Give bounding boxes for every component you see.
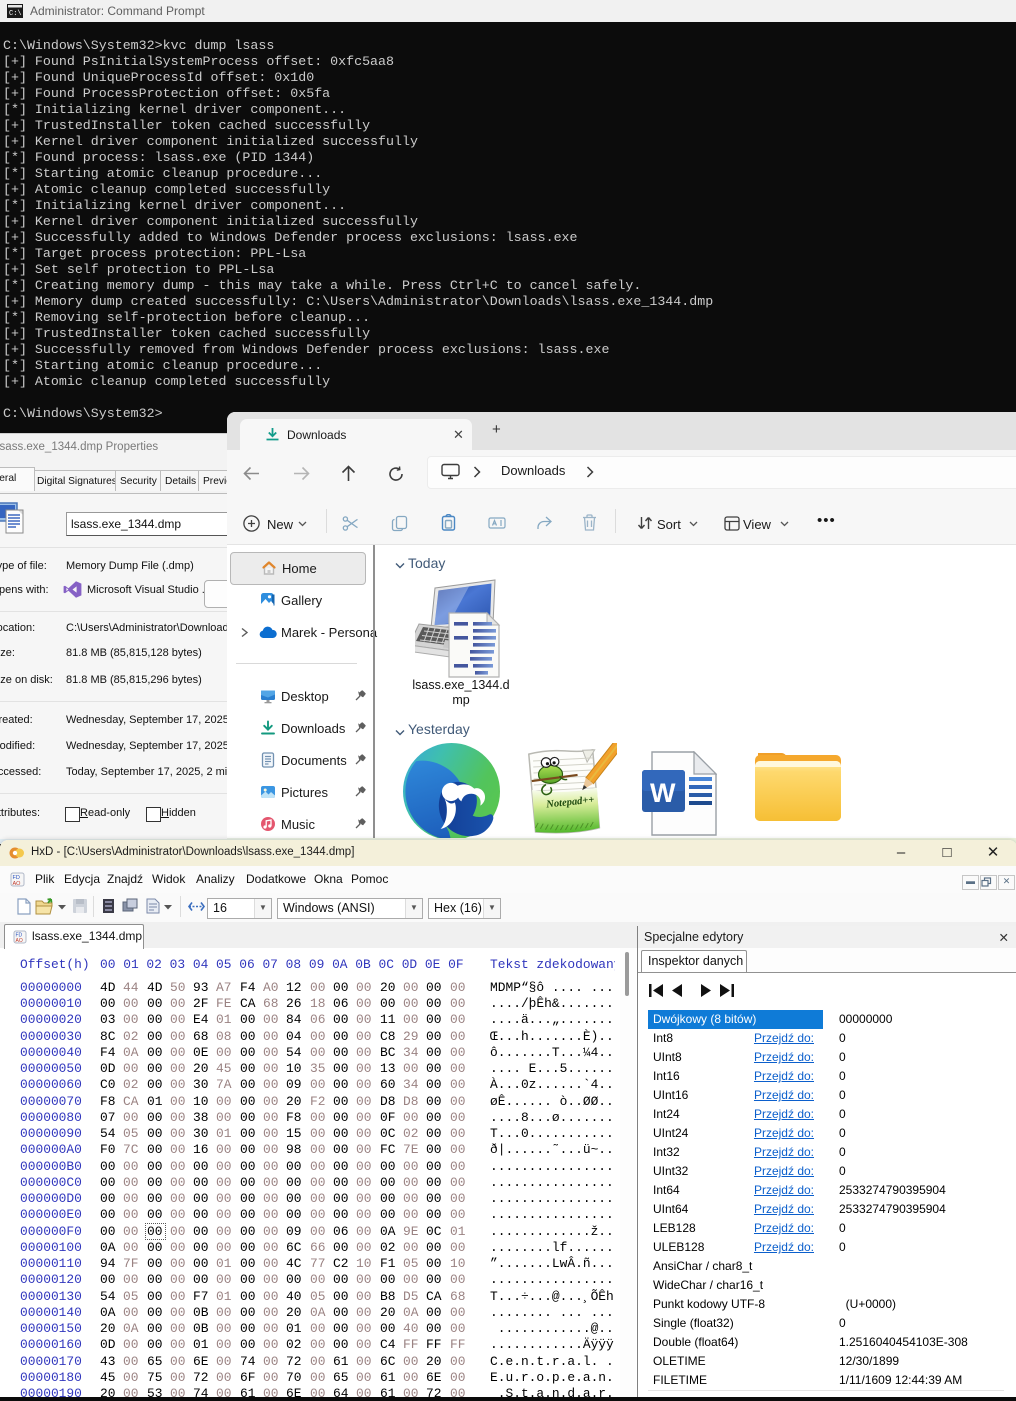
- svg-text:AO: AO: [13, 881, 22, 887]
- svg-text:AO: AO: [16, 938, 23, 944]
- svg-text:W: W: [650, 778, 676, 808]
- svg-text:C:\: C:\: [9, 10, 22, 18]
